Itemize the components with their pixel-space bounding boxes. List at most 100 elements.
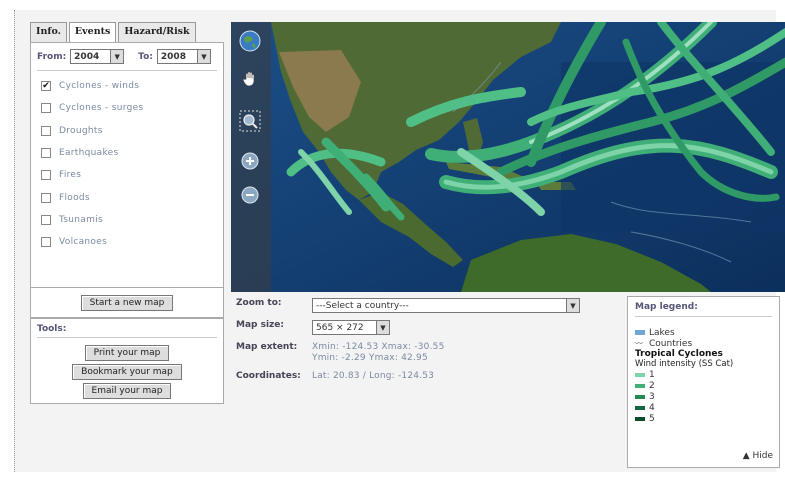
tool-buttons: Print your map Bookmark your map Email y…: [37, 345, 217, 399]
countries-line-icon: 〰: [635, 339, 643, 348]
event-label: Earthquakes: [59, 148, 119, 159]
chevron-down-icon: ▼: [566, 299, 579, 312]
event-item[interactable]: Cyclones - surges: [37, 97, 217, 119]
category-label: 5: [649, 413, 655, 424]
category-swatch: [635, 372, 645, 377]
tools-title: Tools:: [37, 324, 217, 338]
tab-hazard-risk[interactable]: Hazard/Risk: [118, 22, 196, 42]
chevron-down-icon: ▼: [376, 321, 389, 334]
to-label: To:: [138, 51, 153, 62]
legend-category: 1: [635, 369, 772, 380]
legend-category: 3: [635, 391, 772, 402]
extent-row: Map extent: Xmin: -124.53 Xmax: -30.55 Y…: [236, 342, 620, 364]
extent-value: Xmin: -124.53 Xmax: -30.55 Ymin: -2.29 Y…: [312, 342, 445, 364]
event-label: Fires: [59, 170, 82, 181]
event-item[interactable]: Floods: [37, 186, 217, 208]
event-checkbox[interactable]: [41, 192, 51, 203]
zoom-box-button[interactable]: [237, 108, 263, 134]
legend-category: 5: [635, 413, 772, 424]
tab-info[interactable]: Info.: [30, 22, 67, 42]
cyclones-heading: Tropical Cyclones: [635, 349, 723, 359]
start-map-area: Start a new map: [30, 288, 224, 318]
map-view[interactable]: [231, 22, 785, 292]
left-panel: Info. Events Hazard/Risk From: 2004 ▼ To…: [30, 22, 224, 318]
event-item[interactable]: Volcanoes: [37, 231, 217, 253]
extent-label: Map extent:: [236, 342, 298, 352]
legend-lakes: Lakes: [635, 327, 772, 338]
to-year-select[interactable]: 2008 ▼: [156, 49, 211, 64]
event-checkbox[interactable]: [41, 214, 51, 225]
event-label: Cyclones - winds: [59, 81, 140, 92]
event-checkbox[interactable]: ✔: [41, 81, 51, 92]
intensity-heading: Wind intensity (SS Cat): [635, 359, 734, 369]
event-item[interactable]: Earthquakes: [37, 142, 217, 164]
zoom-in-icon: [241, 152, 259, 170]
coords-row: Coordinates: Lat: 20.83 / Long: -124.53: [236, 371, 620, 382]
zoom-label: Zoom to:: [236, 298, 282, 308]
legend-countries: 〰 Countries: [635, 338, 772, 349]
satellite-map: [231, 22, 785, 292]
category-swatch: [635, 405, 645, 410]
country-select[interactable]: ---Select a country--- ▼: [312, 298, 580, 313]
category-label: 4: [649, 402, 655, 413]
legend-title: Map legend:: [635, 302, 772, 317]
hand-pan-icon: [242, 71, 255, 87]
globe-button[interactable]: [237, 28, 263, 54]
event-item[interactable]: ✔ Cyclones - winds: [37, 75, 217, 97]
event-item[interactable]: Droughts: [37, 120, 217, 142]
zoom-out-button[interactable]: [237, 182, 263, 208]
coords-value: Lat: 20.83 / Long: -124.53: [312, 371, 435, 381]
legend-category: 2: [635, 380, 772, 391]
event-list: ✔ Cyclones - winds Cyclones - surges Drough…: [37, 75, 217, 253]
countries-label: Countries: [649, 338, 693, 349]
event-checkbox[interactable]: [41, 170, 51, 181]
event-label: Droughts: [59, 125, 103, 136]
start-new-map-button[interactable]: Start a new map: [80, 294, 174, 311]
category-swatch: [635, 383, 645, 388]
zoom-row: Zoom to: ---Select a country--- ▼: [236, 298, 620, 313]
event-checkbox[interactable]: [41, 125, 51, 136]
map-legend: Map legend: Lakes 〰 Countries Tropical C…: [627, 296, 780, 468]
event-label: Volcanoes: [59, 237, 108, 248]
event-checkbox[interactable]: [41, 237, 51, 248]
events-panel: From: 2004 ▼ To: 2008 ▼ ✔ Cyclones - wind…: [30, 42, 224, 288]
tab-bar: Info. Events Hazard/Risk: [30, 22, 224, 42]
country-select-value: ---Select a country---: [316, 300, 409, 311]
lakes-swatch: [635, 330, 645, 335]
size-label: Map size:: [236, 320, 284, 330]
event-label: Tsunamis: [59, 214, 103, 225]
tab-events[interactable]: Events: [68, 22, 117, 42]
from-year-value: 2004: [74, 51, 100, 62]
date-range: From: 2004 ▼ To: 2008 ▼: [37, 49, 217, 71]
from-year-select[interactable]: 2004 ▼: [70, 49, 125, 64]
category-label: 2: [649, 380, 655, 391]
chevron-down-icon: ▼: [110, 50, 124, 63]
bookmark-map-button[interactable]: Bookmark your map: [72, 364, 182, 380]
email-map-button[interactable]: Email your map: [82, 383, 172, 399]
event-label: Cyclones - surges: [59, 103, 144, 114]
map-nav-toolbar: [231, 22, 271, 292]
category-label: 1: [649, 369, 655, 380]
hide-legend-link[interactable]: ▲ Hide: [743, 451, 773, 461]
event-item[interactable]: Tsunamis: [37, 209, 217, 231]
extent-line-2: Ymin: -2.29 Ymax: 42.95: [312, 353, 428, 363]
from-label: From:: [37, 51, 67, 62]
map-info-area: Zoom to: ---Select a country--- ▼ Map si…: [236, 298, 620, 389]
size-row: Map size: 565 × 272 ▼: [236, 320, 620, 335]
chevron-down-icon: ▼: [196, 50, 210, 63]
map-size-value: 565 × 272: [316, 322, 364, 333]
lakes-label: Lakes: [649, 327, 675, 338]
zoom-in-button[interactable]: [237, 148, 263, 174]
zoom-out-icon: [241, 186, 259, 204]
legend-categories: 12345: [635, 369, 772, 424]
event-item[interactable]: Fires: [37, 164, 217, 186]
category-label: 3: [649, 391, 655, 402]
event-checkbox[interactable]: [41, 148, 51, 159]
to-year-value: 2008: [160, 51, 186, 62]
pan-button[interactable]: [237, 66, 263, 92]
map-size-select[interactable]: 565 × 272 ▼: [312, 320, 390, 335]
category-swatch: [635, 416, 645, 421]
globe-icon: [239, 30, 261, 52]
print-map-button[interactable]: Print your map: [84, 345, 170, 361]
event-checkbox[interactable]: [41, 103, 51, 114]
